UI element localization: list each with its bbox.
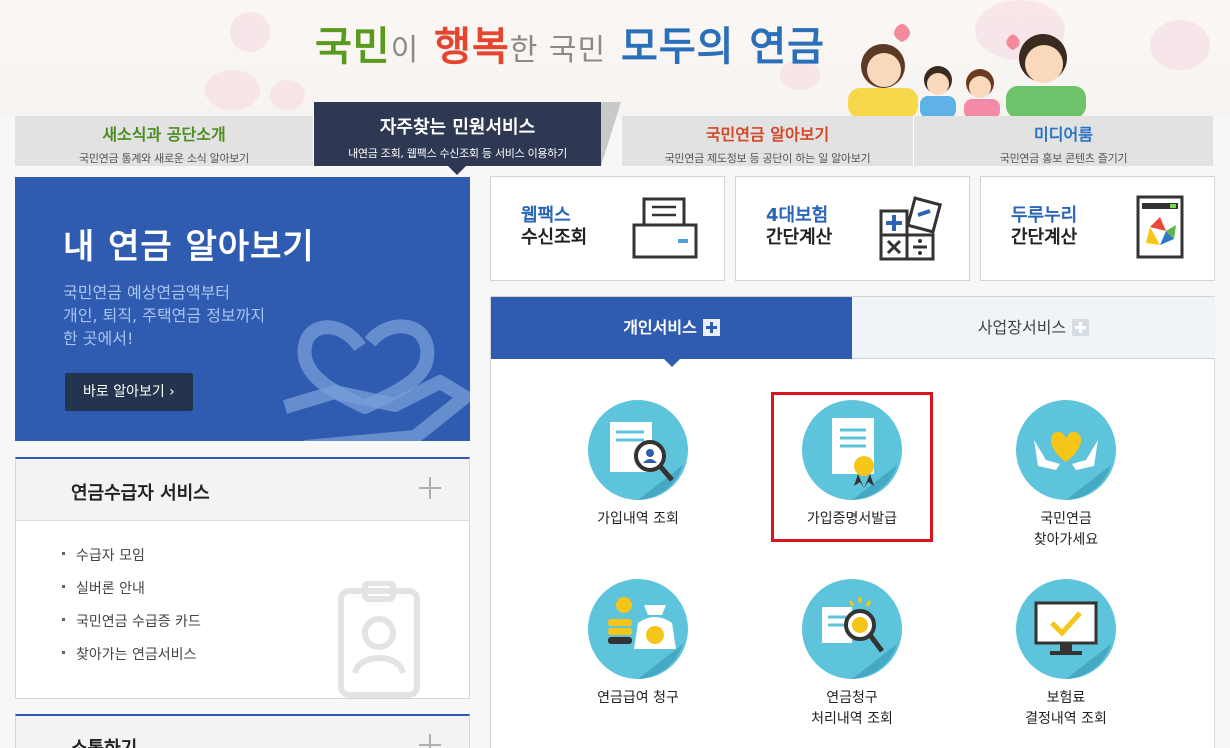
heart-hands-icon	[1016, 400, 1116, 500]
tab-subtitle: 국민연금 통계와 새로운 소식 알아보기	[79, 152, 249, 165]
pensioner-service-box: 연금수급자 서비스 수급자 모임 실버론 안내 국민연금 수급증 카드 찾아가는…	[15, 457, 470, 699]
top-banner: 국민이 행복한 국민 모두의 연금	[0, 0, 1230, 116]
tab-subtitle: 국민연금 제도정보 등 공단이 하는 일 알아보기	[664, 152, 871, 165]
durunuri-icon	[1136, 195, 1184, 259]
hero-title: 내 연금 알아보기	[63, 227, 315, 267]
fax-icon	[632, 197, 698, 259]
tab-subtitle: 내연금 조회, 웹팩스 수신조회 등 서비스 이용하기	[348, 147, 567, 160]
service-label: 찾아가세요	[1033, 532, 1099, 548]
tab-civil-service[interactable]: 자주찾는 민원서비스 내연금 조회, 웹팩스 수신조회 등 서비스 이용하기	[314, 102, 621, 175]
tab-about-pension[interactable]: 국민연금 알아보기 국민연금 제도정보 등 공단이 하는 일 알아보기	[622, 116, 914, 166]
claim-search-icon	[802, 579, 902, 679]
webfax-tile[interactable]: 웹팩스 수신조회	[490, 176, 725, 281]
tab-active-indicator	[664, 359, 680, 367]
plus-icon	[702, 318, 720, 336]
heart-hand-icon	[282, 319, 470, 441]
service-label: 연금급여 청구	[597, 690, 679, 706]
pension-claim-item[interactable]: 연금급여 청구	[553, 579, 723, 709]
premium-decision-item[interactable]: 보험료 결정내역 조회	[981, 579, 1151, 730]
service-label: 연금청구	[826, 690, 878, 706]
pensioner-service-list: 수급자 모임 실버론 안내 국민연금 수급증 카드 찾아가는 연금서비스	[62, 545, 201, 677]
banner-slogan: 국민이 행복한 국민 모두의 연금	[315, 24, 825, 70]
service-label: 국민연금	[1040, 511, 1092, 527]
membership-history-item[interactable]: 가입내역 조회	[553, 400, 723, 530]
expand-plus-icon[interactable]	[419, 734, 441, 748]
service-label: 보험료	[1046, 690, 1086, 706]
section-title: 소통하기	[71, 734, 137, 748]
tile-label-bottom: 간단계산	[766, 227, 833, 248]
calculator-icon	[879, 196, 943, 261]
service-label: 처리내역 조회	[811, 711, 893, 727]
coins-bag-icon	[588, 579, 688, 679]
family-illustration	[848, 24, 1086, 116]
communication-box[interactable]: 소통하기	[15, 714, 470, 748]
tile-label-bottom: 수신조회	[521, 227, 588, 248]
service-label: 가입내역 조회	[597, 511, 679, 527]
my-pension-hero: 내 연금 알아보기 국민연금 예상연금액부터 개인, 퇴직, 주택연금 정보까지…	[15, 177, 470, 441]
durunuri-calc-tile[interactable]: 두루누리 간단계산	[980, 176, 1215, 281]
go-check-button[interactable]: 바로 알아보기 ›	[65, 373, 193, 411]
tab-label: 사업장서비스	[977, 318, 1067, 337]
visit-pension-item[interactable]: 국민연금 찾아가세요	[981, 400, 1151, 551]
list-item[interactable]: 찾아가는 연금서비스	[62, 644, 201, 677]
list-item[interactable]: 국민연금 수급증 카드	[62, 611, 201, 644]
expand-plus-icon[interactable]	[419, 477, 441, 499]
tab-title: 자주찾는 민원서비스	[379, 117, 536, 138]
id-card-icon	[338, 581, 420, 698]
highlight-box	[771, 392, 933, 542]
plus-icon	[1072, 318, 1090, 336]
list-item[interactable]: 수급자 모임	[62, 545, 201, 578]
tab-title: 새소식과 공단소개	[102, 125, 226, 144]
insurance-calc-tile[interactable]: 4대보험 간단계산	[735, 176, 970, 281]
section-title: 연금수급자 서비스	[71, 483, 210, 504]
tab-title: 미디어룸	[1034, 125, 1093, 144]
tab-title: 국민연금 알아보기	[705, 125, 830, 144]
claim-history-item[interactable]: 연금청구 처리내역 조회	[767, 579, 937, 730]
tab-media-room[interactable]: 미디어룸 국민연금 홍보 콘텐츠 즐기기	[914, 116, 1213, 166]
tab-active-indicator	[447, 165, 467, 175]
list-item[interactable]: 실버론 안내	[62, 578, 201, 611]
service-label: 결정내역 조회	[1025, 711, 1107, 727]
tab-subtitle: 국민연금 홍보 콘텐츠 즐기기	[999, 152, 1128, 165]
monitor-check-icon	[1016, 579, 1116, 679]
tab-label: 개인서비스	[623, 318, 697, 337]
tab-news[interactable]: 새소식과 공단소개 국민연금 통계와 새로운 소식 알아보기	[15, 116, 314, 166]
main-nav: 새소식과 공단소개 국민연금 통계와 새로운 소식 알아보기 자주찾는 민원서비…	[15, 102, 1213, 175]
tile-label-bottom: 간단계산	[1011, 227, 1078, 248]
tab-fold	[601, 102, 621, 166]
tab-business-service[interactable]: 사업장서비스	[852, 297, 1215, 359]
pensioner-service-header[interactable]: 연금수급자 서비스	[16, 459, 469, 521]
document-search-icon	[588, 400, 688, 500]
tab-personal-service[interactable]: 개인서비스	[491, 297, 852, 367]
